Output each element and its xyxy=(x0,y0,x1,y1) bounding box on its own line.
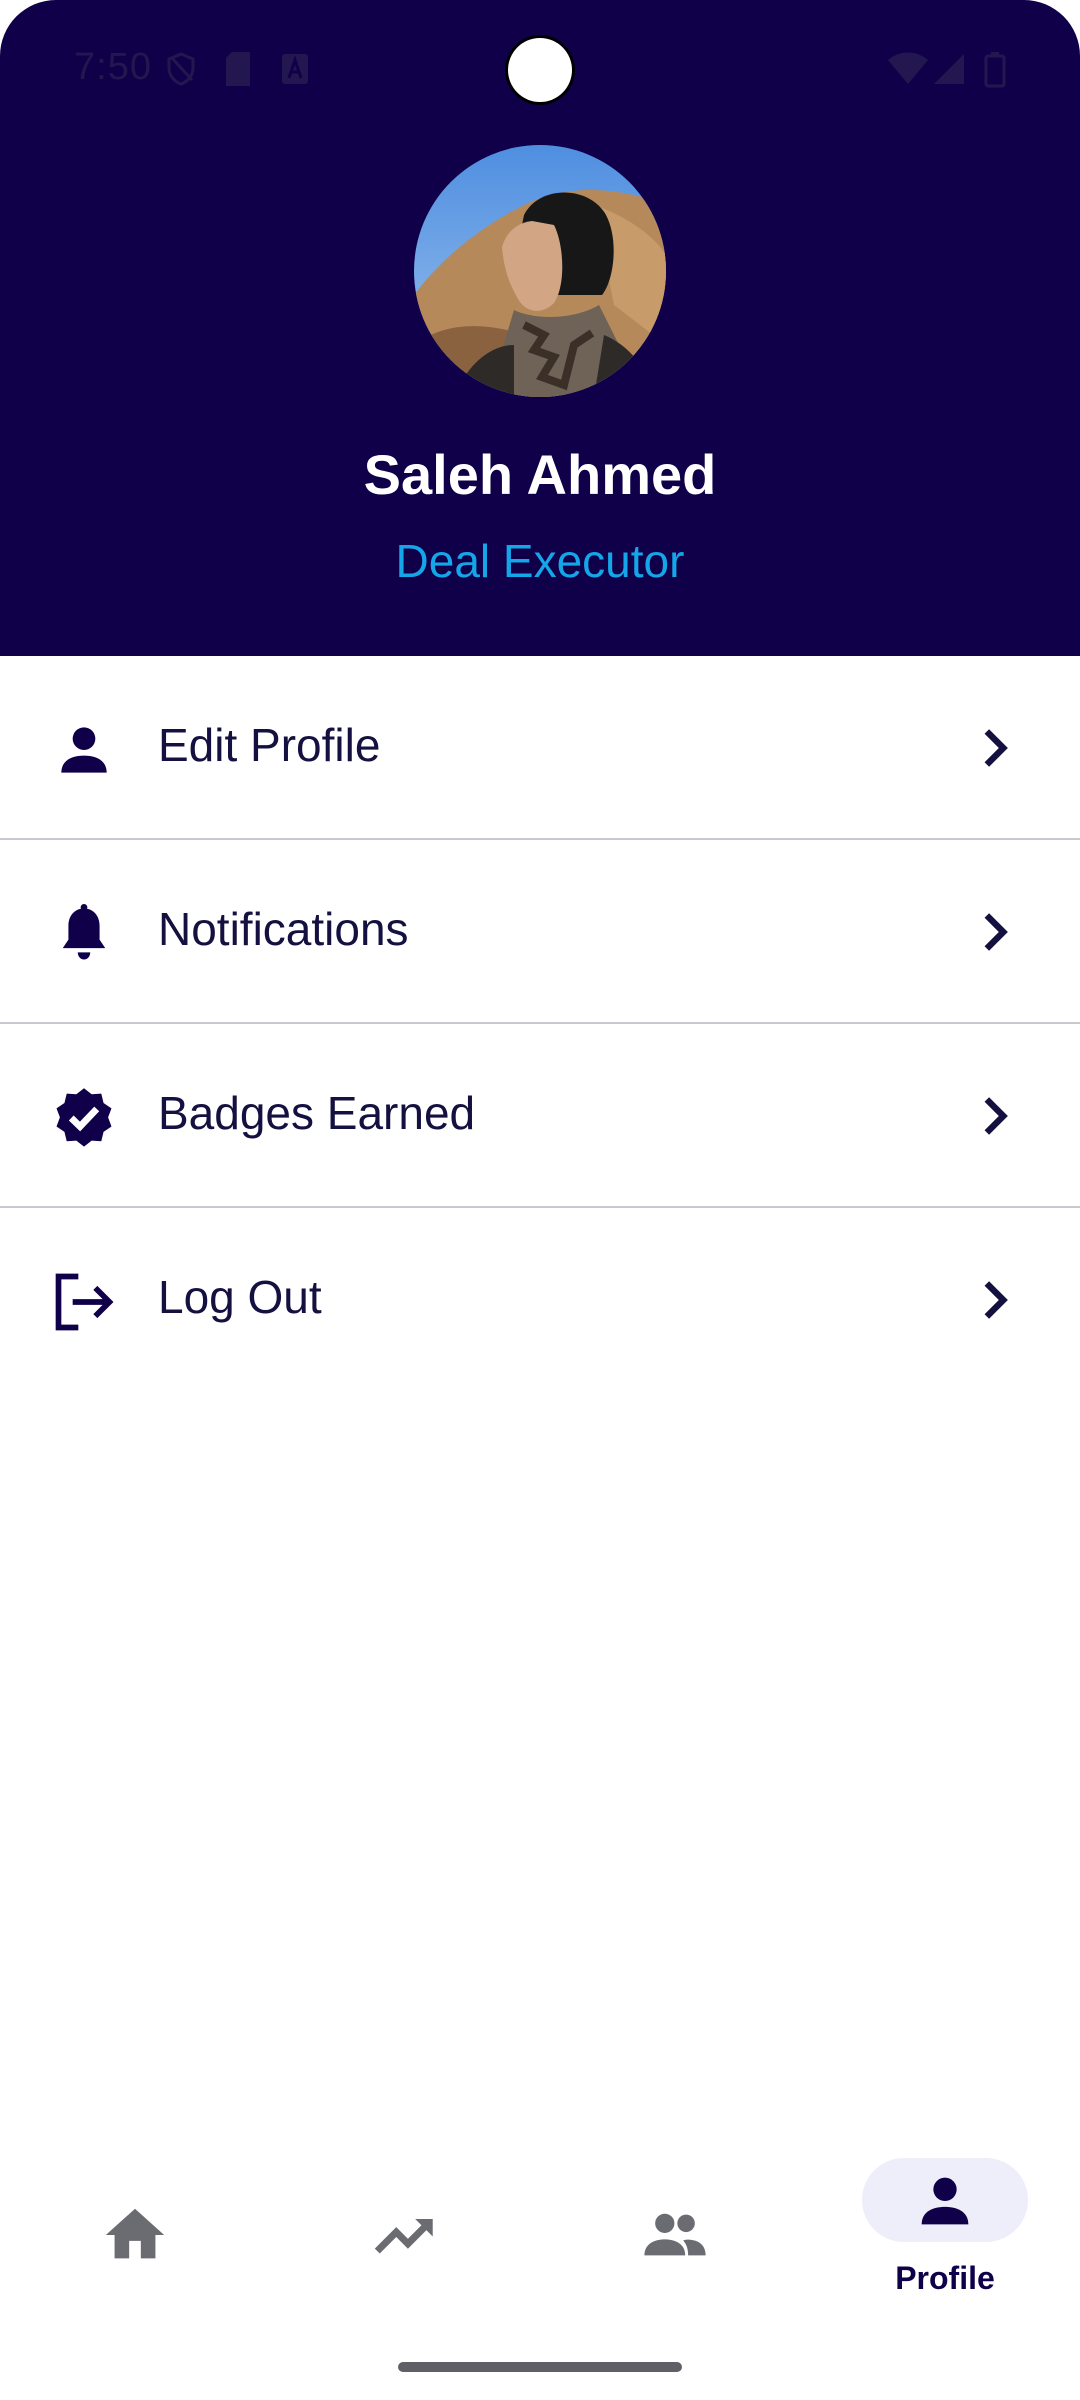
profile-role: Deal Executor xyxy=(395,535,685,587)
bell-icon xyxy=(62,903,106,960)
chevron-right-icon xyxy=(984,913,1008,951)
profile-header: 7:50 Saleh Ahmed Deal Executor xyxy=(0,0,1080,656)
trending-up-icon xyxy=(374,2218,433,2254)
menu-item-notifications[interactable]: Notifications xyxy=(0,840,1080,1024)
menu-item-label: Edit Profile xyxy=(158,719,381,771)
chevron-right-icon xyxy=(984,1281,1008,1319)
nav-item-home[interactable] xyxy=(0,2140,270,2340)
bottom-navigation: Profile xyxy=(0,2140,1080,2340)
person-icon xyxy=(921,2177,969,2225)
sim-card-icon xyxy=(226,52,250,86)
chevron-right-icon xyxy=(984,1097,1008,1135)
profile-photo xyxy=(414,145,666,397)
menu-item-badges-earned[interactable]: Badges Earned xyxy=(0,1024,1080,1208)
avatar[interactable] xyxy=(414,145,666,397)
group-icon xyxy=(644,2213,706,2256)
chevron-right-icon xyxy=(984,729,1008,767)
profile-name: Saleh Ahmed xyxy=(363,443,717,506)
nav-item-team[interactable] xyxy=(540,2140,810,2340)
wifi-icon xyxy=(888,52,928,84)
home-indicator[interactable] xyxy=(398,2362,682,2372)
battery-icon xyxy=(984,52,1006,88)
menu-item-log-out[interactable]: Log Out xyxy=(0,1208,1080,1392)
nav-label-profile: Profile xyxy=(895,2260,995,2296)
logout-icon xyxy=(55,1273,114,1331)
menu-item-label: Log Out xyxy=(158,1271,322,1323)
nav-item-trending[interactable] xyxy=(270,2140,540,2340)
camera-cutout xyxy=(508,38,572,102)
settings-menu: Edit Profile Notifications Badges Earned xyxy=(0,656,1080,1392)
person-icon xyxy=(61,727,107,773)
home-icon xyxy=(105,2208,165,2259)
nav-item-profile[interactable]: Profile xyxy=(810,2140,1080,2340)
nav-active-indicator xyxy=(862,2158,1028,2242)
signal-icon xyxy=(934,54,964,84)
menu-item-label: Badges Earned xyxy=(158,1087,476,1139)
verified-badge-icon xyxy=(56,1088,112,1147)
keyboard-icon xyxy=(282,54,308,84)
shield-icon xyxy=(167,52,195,86)
menu-item-edit-profile[interactable]: Edit Profile xyxy=(0,656,1080,840)
status-time: 7:50 xyxy=(74,46,152,88)
menu-item-label: Notifications xyxy=(158,903,409,955)
